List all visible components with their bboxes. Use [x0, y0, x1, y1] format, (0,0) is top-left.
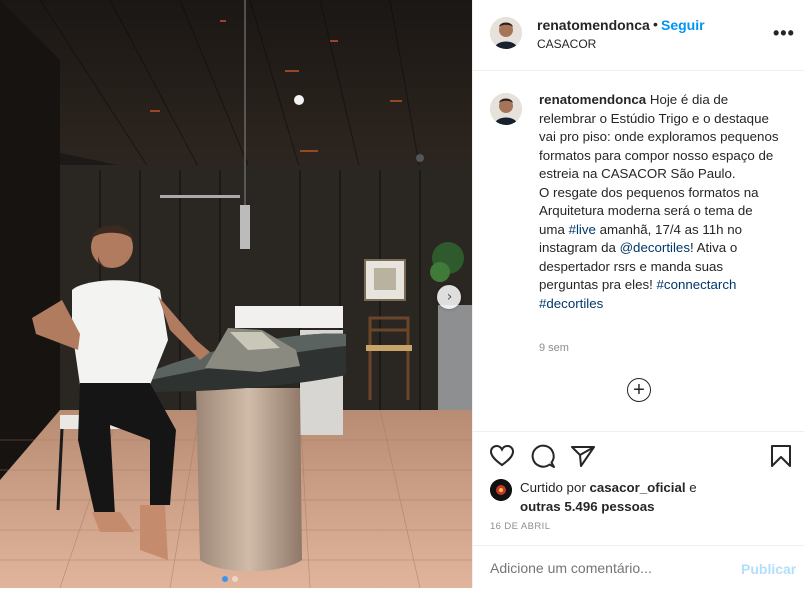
bookmark-icon[interactable]	[770, 444, 792, 468]
next-photo-button[interactable]: ›	[437, 285, 461, 309]
publish-button[interactable]: Publicar	[741, 561, 796, 577]
likes-text: Curtido por casacor_oficial e outras 5.49…	[520, 478, 700, 516]
mention-decortiles[interactable]: @decortiles	[620, 240, 690, 255]
more-options-icon[interactable]: •••	[773, 23, 795, 44]
post-photo[interactable]: ›	[0, 0, 472, 588]
likes-user-link[interactable]: casacor_oficial	[589, 480, 685, 495]
avatar-image	[490, 93, 522, 125]
plus-circle-icon[interactable]: +	[627, 378, 651, 402]
chevron-right-icon: ›	[446, 289, 453, 305]
header-separator: •	[653, 16, 658, 32]
caption-text: renatomendonca Hoje é dia de relembrar o…	[539, 91, 779, 313]
caption-username[interactable]: renatomendonca	[539, 92, 646, 107]
post-modal: › renatomendonca • Seguir CASACOR ••• re…	[0, 0, 804, 588]
hashtag-decortiles[interactable]: #decortiles	[539, 296, 603, 311]
post-side-panel: renatomendonca • Seguir CASACOR ••• rena…	[472, 0, 804, 588]
caption-time-ago[interactable]: 9 sem	[539, 342, 569, 354]
avatar-image	[490, 17, 522, 49]
hashtag-connectarch[interactable]: #connectarch	[657, 277, 737, 292]
location-link[interactable]: CASACOR	[537, 37, 596, 51]
comment-icon[interactable]	[530, 443, 556, 469]
hashtag-live[interactable]: #live	[569, 222, 596, 237]
follow-button[interactable]: Seguir	[661, 17, 705, 33]
likes-others-link[interactable]: outras 5.496 pessoas	[520, 499, 655, 514]
heart-icon[interactable]	[489, 444, 515, 468]
share-icon[interactable]	[570, 444, 596, 468]
caption-avatar[interactable]	[490, 93, 522, 125]
author-username[interactable]: renatomendonca	[537, 17, 650, 33]
likes-prefix: Curtido por	[520, 480, 590, 495]
load-more-label: +	[633, 378, 645, 401]
photo-illustration	[0, 0, 472, 588]
comment-input[interactable]	[490, 560, 690, 576]
comment-bar: Publicar	[473, 545, 804, 589]
likes-middle: e	[685, 480, 697, 495]
liker-avatar[interactable]	[490, 479, 512, 501]
avatar[interactable]	[490, 17, 522, 49]
casacor-logo-icon	[490, 479, 512, 501]
post-header: renatomendonca • Seguir CASACOR •••	[473, 0, 804, 71]
post-actions-section: Curtido por casacor_oficial e outras 5.49…	[473, 431, 804, 589]
carousel-dot	[232, 576, 238, 582]
carousel-dot-active	[222, 576, 228, 582]
post-date[interactable]: 16 DE ABRIL	[490, 521, 550, 532]
carousel-dots	[222, 576, 238, 582]
